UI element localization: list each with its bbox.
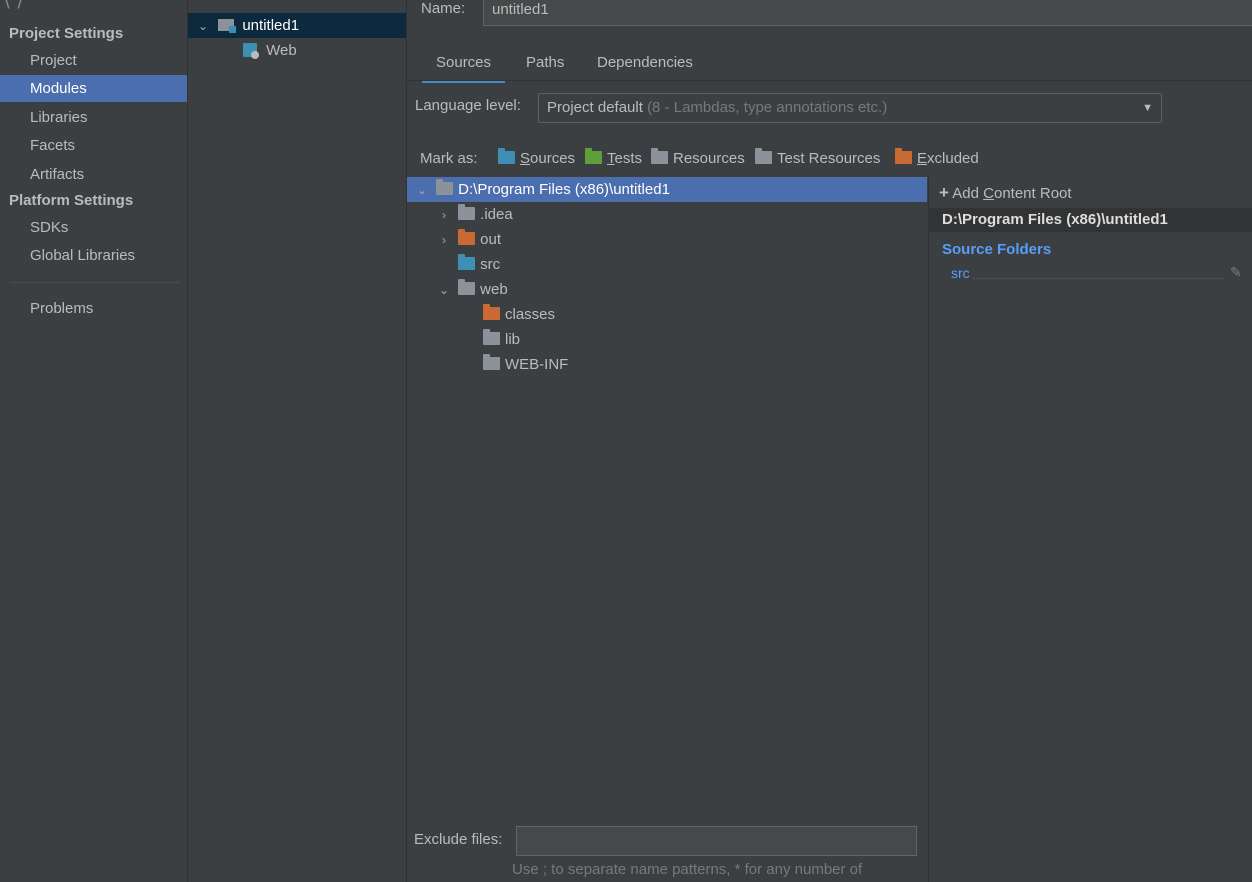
add-root-label: Add: [952, 185, 984, 202]
mark-label: ources: [530, 150, 576, 167]
tree-item-label: src: [480, 256, 501, 273]
mark-excluded-button[interactable]: Excluded: [895, 147, 979, 171]
mark-label-mnemonic: S: [520, 150, 531, 167]
mark-label-mnemonic: T: [607, 150, 615, 167]
tab-dependencies[interactable]: Dependencies: [597, 50, 693, 80]
chevron-right-icon[interactable]: ›: [437, 228, 451, 253]
project-settings-header: Project Settings: [9, 25, 124, 42]
mark-label: xcluded: [927, 150, 979, 167]
tree-item-label: web: [480, 281, 508, 298]
plus-icon: +: [939, 183, 949, 202]
tree-item-src[interactable]: src: [407, 252, 927, 277]
excluded-folder-icon: [458, 229, 476, 245]
sidebar-divider: [10, 282, 180, 283]
mark-label: ests: [614, 150, 643, 167]
tree-item-label: WEB-INF: [505, 356, 569, 373]
content-root-path[interactable]: D:\Program Files (x86)\untitled1: [929, 208, 1252, 232]
sidebar-item-sdks[interactable]: SDKs: [0, 214, 187, 241]
sidebar-item-artifacts[interactable]: Artifacts: [0, 161, 187, 188]
sidebar-item-global-libraries[interactable]: Global Libraries: [0, 242, 187, 269]
sources-folder-icon: [458, 254, 476, 270]
tree-item-label: classes: [505, 306, 556, 323]
mark-test-resources-button[interactable]: Test Resources: [755, 147, 880, 171]
sidebar-item-modules[interactable]: Modules: [0, 75, 187, 102]
module-tree-label: untitled1: [242, 17, 300, 34]
mark-label: Resources: [673, 150, 745, 167]
tree-item-label: .idea: [480, 206, 513, 223]
folder-icon: [458, 279, 476, 295]
module-tree: ⌄ untitled1 Web: [188, 0, 407, 882]
tree-item-classes[interactable]: classes: [407, 302, 927, 327]
language-level-detail: (8 - Lambdas, type annotations etc.): [647, 99, 888, 116]
tab-divider: [407, 80, 1252, 81]
edit-pencil-icon[interactable]: ✎: [1230, 264, 1242, 281]
chevron-down-icon[interactable]: ⌄: [415, 178, 429, 203]
tree-item-label: lib: [505, 331, 521, 348]
mark-sources-button[interactable]: Sources: [498, 147, 575, 171]
mark-tests-button[interactable]: Tests: [585, 147, 642, 171]
web-facet-icon: [243, 43, 259, 59]
module-tree-item-web[interactable]: Web: [188, 38, 406, 63]
add-content-root-button[interactable]: + Add Content Root: [939, 183, 1072, 203]
tree-item-web-inf[interactable]: WEB-INF: [407, 352, 927, 377]
folder-icon: [436, 179, 454, 195]
module-tree-label: Web: [266, 42, 297, 59]
add-root-label-rest: ontent Root: [993, 185, 1072, 202]
tree-item-out[interactable]: › out: [407, 227, 927, 252]
tree-item-label: D:\Program Files (x86)\untitled1: [458, 181, 670, 198]
add-root-mnemonic: C: [983, 185, 994, 202]
source-folders-header: Source Folders: [942, 241, 1052, 258]
module-tree-item-untitled1[interactable]: ⌄ untitled1: [188, 13, 406, 38]
chevron-down-icon[interactable]: ⌄: [196, 14, 210, 39]
source-folder-src[interactable]: src: [951, 265, 970, 281]
module-tree-toolbar: [188, 0, 406, 10]
chevron-down-icon[interactable]: ⌄: [437, 278, 451, 303]
excluded-folder-icon: [895, 148, 912, 164]
tests-folder-icon: [585, 148, 602, 164]
content-roots-panel: + Add Content Root D:\Program Files (x86…: [928, 177, 1252, 882]
module-name-input[interactable]: untitled1: [483, 0, 1252, 26]
mark-label-mnemonic: E: [917, 150, 928, 167]
tree-item-content-root[interactable]: ⌄ D:\Program Files (x86)\untitled1: [407, 177, 927, 202]
sidebar-item-libraries[interactable]: Libraries: [0, 104, 187, 131]
language-level-label: Language level:: [415, 97, 521, 114]
back-forward-icon[interactable]: ⟨ ⟩: [4, 0, 23, 11]
exclude-files-hint: Use ; to separate name patterns, * for a…: [512, 861, 863, 878]
test-resources-folder-icon: [755, 148, 772, 164]
platform-settings-header: Platform Settings: [9, 192, 134, 209]
sidebar-item-facets[interactable]: Facets: [0, 132, 187, 159]
mark-as-label: Mark as:: [420, 150, 478, 167]
exclude-files-input[interactable]: [516, 826, 917, 856]
folder-icon: [483, 329, 500, 345]
exclude-files-label: Exclude files:: [414, 831, 503, 848]
sources-folder-icon: [498, 148, 515, 164]
resources-folder-icon: [651, 148, 668, 164]
folder-icon: [458, 204, 476, 220]
tree-item-label: out: [480, 231, 502, 248]
dropdown-arrow-icon: ▼: [1142, 102, 1153, 114]
mark-label: Test Resources: [777, 150, 881, 167]
language-level-value: Project default: [547, 99, 643, 116]
tab-paths[interactable]: Paths: [526, 50, 564, 80]
chevron-right-icon[interactable]: ›: [437, 203, 451, 228]
settings-sidebar: ⟨ ⟩ Project Settings Project Modules Lib…: [0, 0, 188, 882]
excluded-folder-icon: [483, 304, 500, 320]
tab-sources[interactable]: Sources: [422, 50, 506, 83]
tree-item-lib[interactable]: lib: [407, 327, 927, 352]
source-folder-leader: [973, 278, 1223, 279]
language-level-select[interactable]: Project default (8 - Lambdas, type annot…: [538, 93, 1162, 123]
folder-icon: [483, 354, 500, 370]
tree-item-idea[interactable]: › .idea: [407, 202, 927, 227]
sidebar-item-problems[interactable]: Problems: [0, 295, 187, 322]
module-folder-icon: [218, 19, 237, 33]
sidebar-item-project[interactable]: Project: [0, 47, 187, 74]
tree-item-web[interactable]: ⌄ web: [407, 277, 927, 302]
name-label: Name:: [421, 0, 466, 17]
content-root-tree: ⌄ D:\Program Files (x86)\untitled1 › .id…: [407, 177, 927, 817]
mark-resources-button[interactable]: Resources: [651, 147, 745, 171]
